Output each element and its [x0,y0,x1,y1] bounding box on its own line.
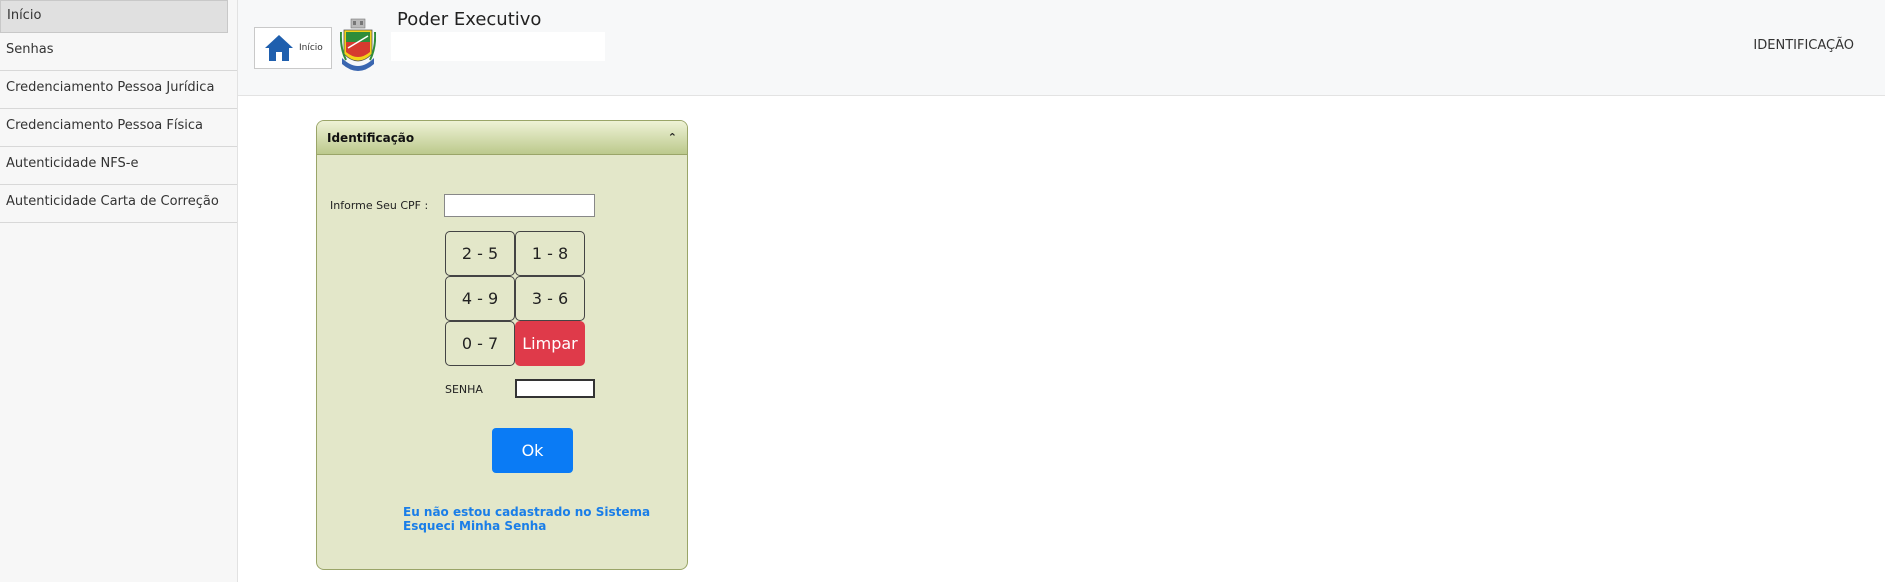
identificacao-link[interactable]: IDENTIFICAÇÃO [1753,38,1854,53]
sidebar-item-credenciamento-pf[interactable]: Credenciamento Pessoa Física [0,109,237,147]
sidebar-item-inicio[interactable]: Início [0,0,228,33]
sidebar: Início Senhas Credenciamento Pessoa Jurí… [0,0,238,582]
sidebar-item-autenticidade-nfse[interactable]: Autenticidade NFS-e [0,147,237,185]
coat-of-arms-icon [340,18,376,71]
senha-input[interactable] [515,379,595,398]
home-label: Início [299,43,323,53]
org-title: Poder Executivo [397,9,542,30]
ok-button[interactable]: Ok [492,428,573,473]
header: Início Poder Executivo IDENTIFICAÇÃO [238,0,1885,96]
collapse-icon[interactable]: ⌃ [668,131,677,144]
clear-button[interactable]: Limpar [515,321,585,366]
keypad-key-1-8[interactable]: 1 - 8 [515,231,585,276]
sidebar-item-senhas[interactable]: Senhas [0,33,237,71]
forgot-password-link[interactable]: Esqueci Minha Senha [403,519,546,533]
keypad-key-2-5[interactable]: 2 - 5 [445,231,515,276]
panel-title: Identificação [327,130,415,145]
keypad-key-3-6[interactable]: 3 - 6 [515,276,585,321]
senha-label: SENHA [445,383,483,396]
identification-panel: Identificação ⌃ Informe Seu CPF : 2 - 5 … [316,120,688,570]
sidebar-item-autenticidade-carta[interactable]: Autenticidade Carta de Correção [0,185,237,223]
cpf-label: Informe Seu CPF : [330,199,429,212]
org-subtitle-box [391,32,605,61]
keypad-key-0-7[interactable]: 0 - 7 [445,321,515,366]
cpf-input[interactable] [444,194,595,217]
home-button[interactable]: Início [254,27,332,69]
keypad-key-4-9[interactable]: 4 - 9 [445,276,515,321]
home-icon [265,35,293,61]
not-registered-link[interactable]: Eu não estou cadastrado no Sistema [403,505,650,519]
sidebar-item-credenciamento-pj[interactable]: Credenciamento Pessoa Jurídica [0,71,237,109]
panel-header: Identificação ⌃ [317,121,687,155]
